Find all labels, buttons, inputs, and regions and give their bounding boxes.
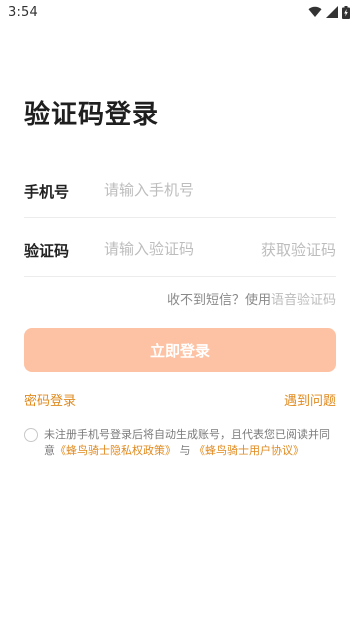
status-icons bbox=[308, 5, 350, 19]
voice-code-line: 收不到短信？使用语音验证码 bbox=[167, 289, 336, 308]
problem-link[interactable]: 遇到问题 bbox=[284, 390, 336, 409]
login-button[interactable]: 立即登录 bbox=[24, 328, 336, 372]
code-input[interactable] bbox=[104, 237, 254, 261]
phone-label: 手机号 bbox=[24, 183, 70, 201]
status-bar: 3:54 bbox=[0, 0, 360, 24]
agreement-checkbox[interactable] bbox=[24, 428, 38, 442]
agreement-text: 未注册手机号登录后将自动生成账号，且代表您已阅读并同意《蜂鸟骑士隐私权政策》 与… bbox=[44, 427, 336, 459]
voice-code-prefix: 收不到短信？使用 bbox=[166, 293, 271, 308]
password-login-link[interactable]: 密码登录 bbox=[24, 390, 76, 409]
privacy-policy-link[interactable]: 《蜂鸟骑士隐私权政策》 bbox=[55, 444, 176, 457]
phone-row: 手机号 bbox=[24, 162, 336, 218]
user-agreement-link[interactable]: 《蜂鸟骑士用户协议》 bbox=[194, 444, 304, 457]
login-screen: 3:54 验证码登录 手机号 请输入手机号 验证码 请输入验证码 获取验证码 收… bbox=[0, 0, 360, 640]
agreement-and: 与 bbox=[179, 444, 191, 457]
signal-icon bbox=[326, 6, 338, 18]
voice-code-link[interactable]: 语音验证码 bbox=[271, 293, 336, 308]
get-code-button[interactable]: 获取验证码 bbox=[261, 239, 336, 260]
status-time: 3:54 bbox=[8, 4, 38, 20]
wifi-icon bbox=[308, 6, 322, 18]
code-row: 验证码 获取验证码 bbox=[24, 221, 336, 277]
phone-input[interactable] bbox=[104, 178, 254, 202]
battery-icon bbox=[342, 5, 350, 19]
code-label: 验证码 bbox=[24, 242, 70, 260]
page-title: 验证码登录 bbox=[24, 100, 160, 130]
